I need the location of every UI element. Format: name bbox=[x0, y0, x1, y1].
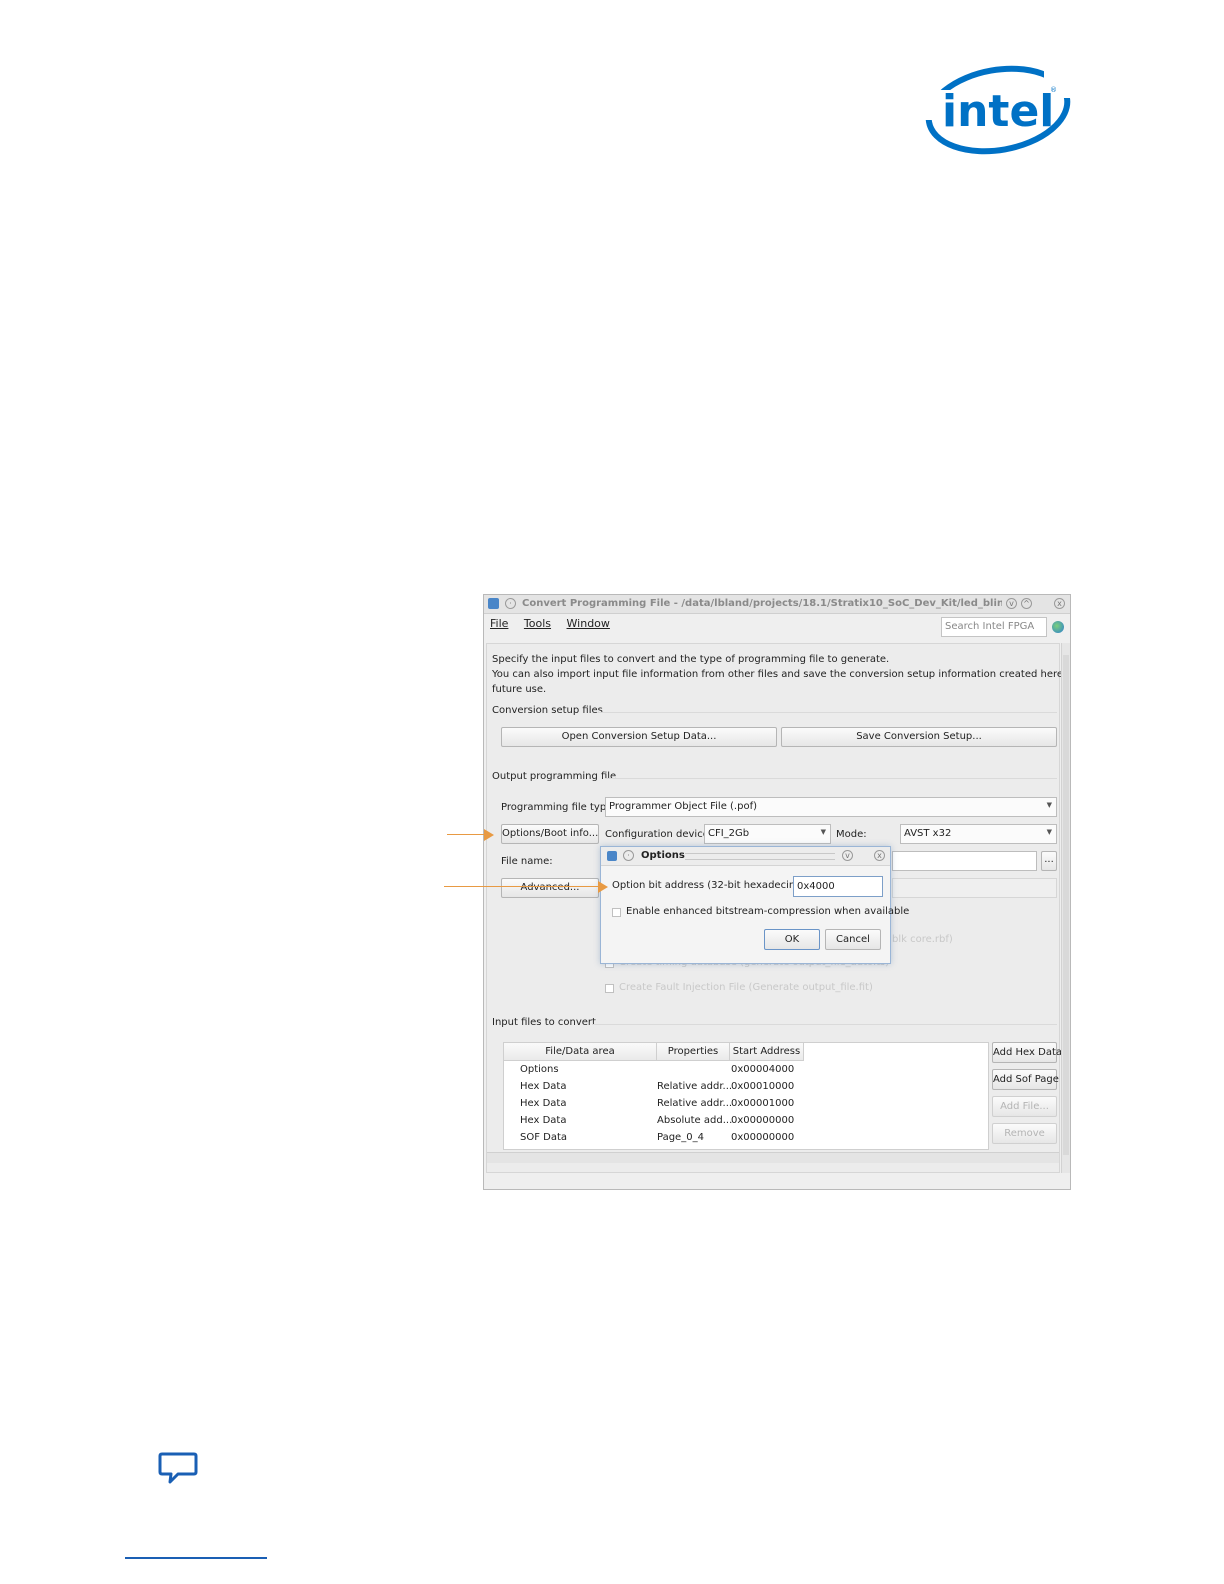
input-files-table[interactable]: File/Data area Properties Start Address … bbox=[503, 1042, 989, 1150]
dialog-title: Options bbox=[641, 850, 685, 861]
table-row-address: 0x00001000 bbox=[731, 1098, 795, 1109]
table-row-address: 0x00004000 bbox=[731, 1064, 795, 1075]
advanced-button[interactable]: Advanced... bbox=[501, 878, 599, 898]
conversion-setup-label: Conversion setup files bbox=[492, 705, 603, 716]
chevron-down-icon: ▼ bbox=[1046, 801, 1052, 809]
table-row-properties: Absolute add... bbox=[657, 1115, 733, 1126]
vertical-scrollbar[interactable] bbox=[1061, 643, 1070, 1173]
table-row-file[interactable]: Options bbox=[520, 1064, 559, 1075]
mode-label: Mode: bbox=[836, 829, 867, 840]
app-icon bbox=[607, 851, 617, 861]
column-header-properties[interactable]: Properties bbox=[657, 1043, 730, 1061]
intel-logo: intel ® bbox=[924, 65, 1072, 155]
table-row-address: 0x00000000 bbox=[731, 1115, 795, 1126]
add-file-button[interactable]: Add File... bbox=[992, 1096, 1057, 1117]
search-input[interactable]: Search Intel FPGA bbox=[941, 617, 1047, 637]
table-row-properties: Relative addr... bbox=[657, 1081, 733, 1092]
table-row-file[interactable]: Hex Data bbox=[520, 1115, 566, 1126]
intro-text-2: You can also import input file informati… bbox=[492, 669, 1071, 680]
mode-select[interactable]: AVST x32 ▼ bbox=[900, 824, 1057, 844]
cancel-button[interactable]: Cancel bbox=[825, 929, 881, 950]
programming-file-type-label: Programming file type: bbox=[501, 802, 616, 813]
table-row-file[interactable]: SOF Data bbox=[520, 1132, 567, 1143]
programming-file-type-select[interactable]: Programmer Object File (.pof) ▼ bbox=[605, 797, 1057, 817]
option-bit-address-input[interactable]: 0x4000 bbox=[793, 876, 883, 897]
add-sof-page-button[interactable]: Add Sof Page bbox=[992, 1069, 1059, 1090]
arrow-head-icon bbox=[598, 881, 608, 893]
configuration-device-value: CFI_2Gb bbox=[708, 828, 750, 839]
menu-window[interactable]: Window bbox=[567, 617, 610, 630]
app-icon bbox=[488, 598, 499, 609]
disabled-field bbox=[892, 878, 1057, 898]
minimize-icon[interactable]: v bbox=[1006, 598, 1017, 609]
close-icon[interactable]: x bbox=[874, 850, 885, 861]
fault-injection-label: Create Fault Injection File (Generate ou… bbox=[619, 982, 873, 993]
ok-button[interactable]: OK bbox=[764, 929, 820, 950]
table-row-file[interactable]: Hex Data bbox=[520, 1081, 566, 1092]
input-section-label: Input files to convert bbox=[492, 1017, 596, 1028]
column-header-file[interactable]: File/Data area bbox=[504, 1043, 657, 1061]
chevron-down-icon: ▼ bbox=[1046, 828, 1052, 836]
annotation-arrow bbox=[444, 886, 600, 887]
menu-bar: File Tools Window bbox=[490, 617, 622, 633]
dialog-title-bar: · Options v x bbox=[601, 847, 890, 866]
option-bit-address-label: Option bit address (32-bit hexadecimal): bbox=[612, 880, 815, 891]
window-menu-icon[interactable]: · bbox=[505, 598, 516, 609]
column-header-start-address[interactable]: Start Address bbox=[730, 1043, 804, 1061]
fault-injection-checkbox[interactable] bbox=[605, 984, 614, 993]
chevron-down-icon: ▼ bbox=[820, 828, 826, 836]
divider bbox=[605, 778, 1057, 779]
table-row-properties: Page_0_4 bbox=[657, 1132, 704, 1143]
globe-icon[interactable] bbox=[1052, 621, 1064, 633]
save-conversion-setup-button[interactable]: Save Conversion Setup... bbox=[781, 727, 1057, 747]
compression-checkbox[interactable] bbox=[612, 908, 621, 917]
table-row-file[interactable]: Hex Data bbox=[520, 1098, 566, 1109]
annotation-arrow bbox=[447, 834, 485, 835]
title-grip bbox=[685, 853, 835, 860]
table-row-address: 0x00000000 bbox=[731, 1132, 795, 1143]
open-conversion-setup-button[interactable]: Open Conversion Setup Data... bbox=[501, 727, 777, 747]
browse-button[interactable]: ... bbox=[1041, 851, 1057, 871]
arrow-head-icon bbox=[484, 829, 494, 841]
intro-text-3: future use. bbox=[492, 684, 547, 695]
logo-text: intel bbox=[942, 86, 1054, 137]
title-bar: · Convert Programming File - /data/lblan… bbox=[484, 595, 1070, 614]
compression-label: Enable enhanced bitstream-compression wh… bbox=[626, 906, 910, 917]
programming-file-type-value: Programmer Object File (.pof) bbox=[609, 801, 758, 812]
menu-file[interactable]: File bbox=[490, 617, 508, 630]
divider bbox=[592, 1024, 1057, 1025]
svg-text:®: ® bbox=[1050, 86, 1057, 94]
window-menu-icon[interactable]: · bbox=[623, 850, 634, 861]
maximize-icon[interactable]: ^ bbox=[1021, 598, 1032, 609]
mode-value: AVST x32 bbox=[904, 828, 952, 839]
faint-option-text: blk core.rbf) bbox=[892, 934, 953, 945]
table-row-properties: Relative addr... bbox=[657, 1098, 733, 1109]
close-icon[interactable]: x bbox=[1054, 598, 1065, 609]
minimize-icon[interactable]: v bbox=[842, 850, 853, 861]
file-name-input[interactable] bbox=[892, 851, 1037, 871]
remove-button[interactable]: Remove bbox=[992, 1123, 1057, 1144]
intro-text-1: Specify the input files to convert and t… bbox=[492, 654, 890, 665]
options-dialog: · Options v x Option bit address (32-bit… bbox=[600, 846, 909, 964]
horizontal-scrollbar[interactable] bbox=[487, 1152, 1059, 1163]
file-name-label: File name: bbox=[501, 856, 553, 867]
table-row-address: 0x00010000 bbox=[731, 1081, 795, 1092]
configuration-device-select[interactable]: CFI_2Gb ▼ bbox=[704, 824, 831, 844]
footer-link-underline[interactable] bbox=[125, 1557, 267, 1559]
chat-icon[interactable] bbox=[158, 1450, 198, 1486]
menu-tools[interactable]: Tools bbox=[524, 617, 551, 630]
configuration-device-label: Configuration device: bbox=[605, 829, 713, 840]
add-hex-data-button[interactable]: Add Hex Data bbox=[992, 1042, 1062, 1063]
divider bbox=[597, 712, 1057, 713]
window-title: Convert Programming File - /data/lbland/… bbox=[522, 598, 1002, 609]
output-section-label: Output programming file bbox=[492, 771, 617, 782]
options-boot-info-button[interactable]: Options/Boot info... bbox=[501, 824, 599, 844]
